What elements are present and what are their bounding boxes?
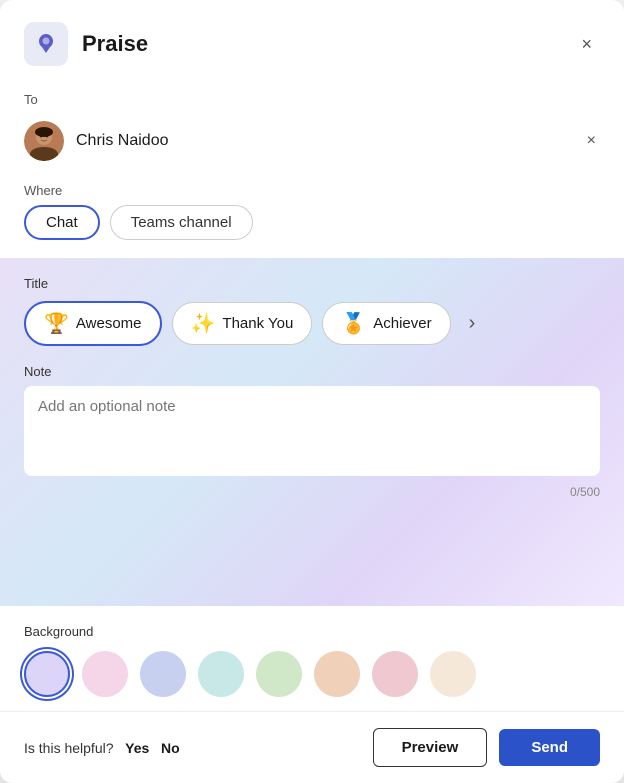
preview-button[interactable]: Preview	[373, 728, 488, 767]
where-teams-button[interactable]: Teams channel	[110, 205, 253, 240]
title-section: Title 🏆 Awesome ✨ Thank You 🏅 Achiever ›	[24, 276, 600, 346]
color-peach[interactable]	[314, 651, 360, 697]
note-label: Note	[24, 364, 600, 379]
send-button[interactable]: Send	[499, 729, 600, 766]
recipient-row: Chris Naidoo ×	[24, 113, 600, 169]
background-label: Background	[24, 624, 600, 639]
color-cream[interactable]	[430, 651, 476, 697]
achiever-emoji: 🏅	[341, 311, 366, 336]
recipient-name: Chris Naidoo	[76, 132, 571, 150]
note-section: Note 0/500	[24, 364, 600, 499]
color-lavender[interactable]	[24, 651, 70, 697]
where-chat-button[interactable]: Chat	[24, 205, 100, 240]
color-row	[24, 651, 600, 697]
awesome-label: Awesome	[76, 315, 142, 332]
badge-row: 🏆 Awesome ✨ Thank You 🏅 Achiever ›	[24, 301, 600, 346]
avatar-image	[24, 121, 64, 161]
color-periwinkle[interactable]	[140, 651, 186, 697]
color-sage[interactable]	[256, 651, 302, 697]
thankyou-emoji: ✨	[191, 311, 216, 336]
background-section: Background	[0, 606, 624, 711]
color-blush[interactable]	[372, 651, 418, 697]
thankyou-label: Thank You	[222, 315, 293, 332]
modal-close-button[interactable]: ×	[573, 30, 600, 59]
avatar	[24, 121, 64, 161]
to-label: To	[24, 92, 600, 107]
praise-modal: Praise × To C	[0, 0, 624, 783]
helpful-prompt: Is this helpful? Yes No	[24, 740, 361, 756]
to-section: To Chris Naidoo ×	[0, 80, 624, 169]
achiever-label: Achiever	[373, 315, 431, 332]
where-section: Where Chat Teams channel	[0, 169, 624, 240]
badge-awesome[interactable]: 🏆 Awesome	[24, 301, 162, 346]
modal-title: Praise	[82, 31, 573, 57]
where-label: Where	[24, 183, 600, 198]
helpful-no-button[interactable]: No	[161, 740, 180, 756]
footer: Is this helpful? Yes No Preview Send	[0, 711, 624, 783]
praise-body: Title 🏆 Awesome ✨ Thank You 🏅 Achiever ›	[0, 258, 624, 606]
helpful-yes-button[interactable]: Yes	[125, 740, 149, 756]
char-count: 0/500	[24, 485, 600, 499]
badge-achiever[interactable]: 🏅 Achiever	[322, 302, 450, 345]
helpful-label: Is this helpful?	[24, 740, 114, 756]
modal-header: Praise ×	[0, 0, 624, 80]
note-textarea[interactable]	[24, 386, 600, 476]
where-buttons: Chat Teams channel	[24, 205, 600, 240]
badge-thank-you[interactable]: ✨ Thank You	[172, 302, 313, 345]
more-badges-button[interactable]: ›	[461, 308, 484, 339]
color-pink[interactable]	[82, 651, 128, 697]
title-label: Title	[24, 276, 600, 291]
praise-app-icon	[24, 22, 68, 66]
color-mint[interactable]	[198, 651, 244, 697]
awesome-emoji: 🏆	[44, 311, 69, 336]
remove-recipient-button[interactable]: ×	[583, 128, 600, 154]
